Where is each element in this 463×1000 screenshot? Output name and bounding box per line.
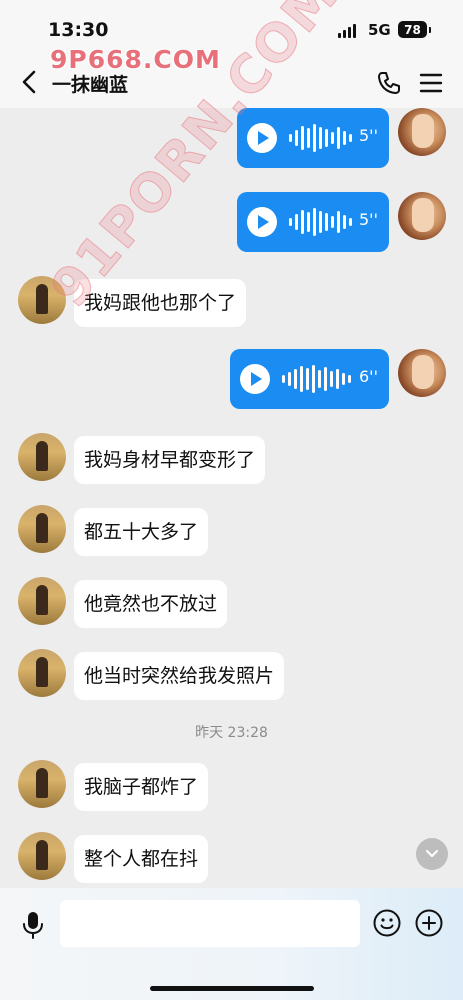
avatar[interactable] [18, 760, 66, 808]
input-bar [0, 888, 463, 1000]
waveform-icon [289, 108, 352, 168]
message-bubble[interactable]: 我脑子都炸了 [74, 763, 209, 811]
chat-title: 一抹幽蓝 [52, 74, 129, 96]
message-bubble[interactable]: 他竟然也不放过 [74, 580, 228, 628]
status-time: 13:30 [48, 19, 109, 41]
avatar[interactable] [398, 349, 446, 397]
avatar[interactable] [18, 832, 66, 880]
menu-icon[interactable] [418, 70, 444, 96]
avatar[interactable] [18, 577, 66, 625]
scroll-to-bottom-button[interactable] [416, 838, 448, 870]
battery-icon: 78 [398, 21, 431, 38]
voice-duration: 6'' [359, 367, 378, 386]
voice-message[interactable]: 5'' [237, 192, 389, 252]
avatar[interactable] [398, 192, 446, 240]
plus-icon[interactable] [414, 908, 444, 938]
microphone-icon[interactable] [20, 910, 46, 940]
avatar[interactable] [18, 505, 66, 553]
play-icon[interactable] [247, 123, 277, 153]
play-icon[interactable] [240, 364, 270, 394]
time-divider: 昨天 23:28 [195, 725, 268, 741]
waveform-icon [282, 349, 351, 409]
message-bubble[interactable]: 他当时突然给我发照片 [74, 652, 285, 700]
voice-duration: 5'' [359, 126, 378, 145]
message-bubble[interactable]: 我妈身材早都变形了 [74, 436, 266, 484]
message-bubble[interactable]: 都五十大多了 [74, 508, 209, 556]
watermark-logo: 9P668.COM [50, 45, 221, 74]
message-input[interactable] [60, 900, 360, 947]
avatar[interactable] [18, 433, 66, 481]
voice-duration: 5'' [359, 210, 378, 229]
waveform-icon [289, 192, 352, 252]
network-type: 5G [368, 21, 391, 39]
home-indicator[interactable] [150, 986, 314, 991]
emoji-icon[interactable] [372, 908, 402, 938]
back-chevron-icon[interactable] [18, 68, 42, 96]
play-icon[interactable] [247, 207, 277, 237]
message-bubble[interactable]: 整个人都在抖 [74, 835, 209, 883]
voice-message[interactable]: 6'' [230, 349, 389, 409]
avatar[interactable] [18, 649, 66, 697]
signal-icon [338, 22, 356, 38]
phone-icon[interactable] [376, 70, 402, 96]
battery-level: 78 [404, 22, 421, 37]
chevron-down-icon [425, 849, 439, 858]
voice-message[interactable]: 5'' [237, 108, 389, 168]
avatar[interactable] [398, 108, 446, 156]
